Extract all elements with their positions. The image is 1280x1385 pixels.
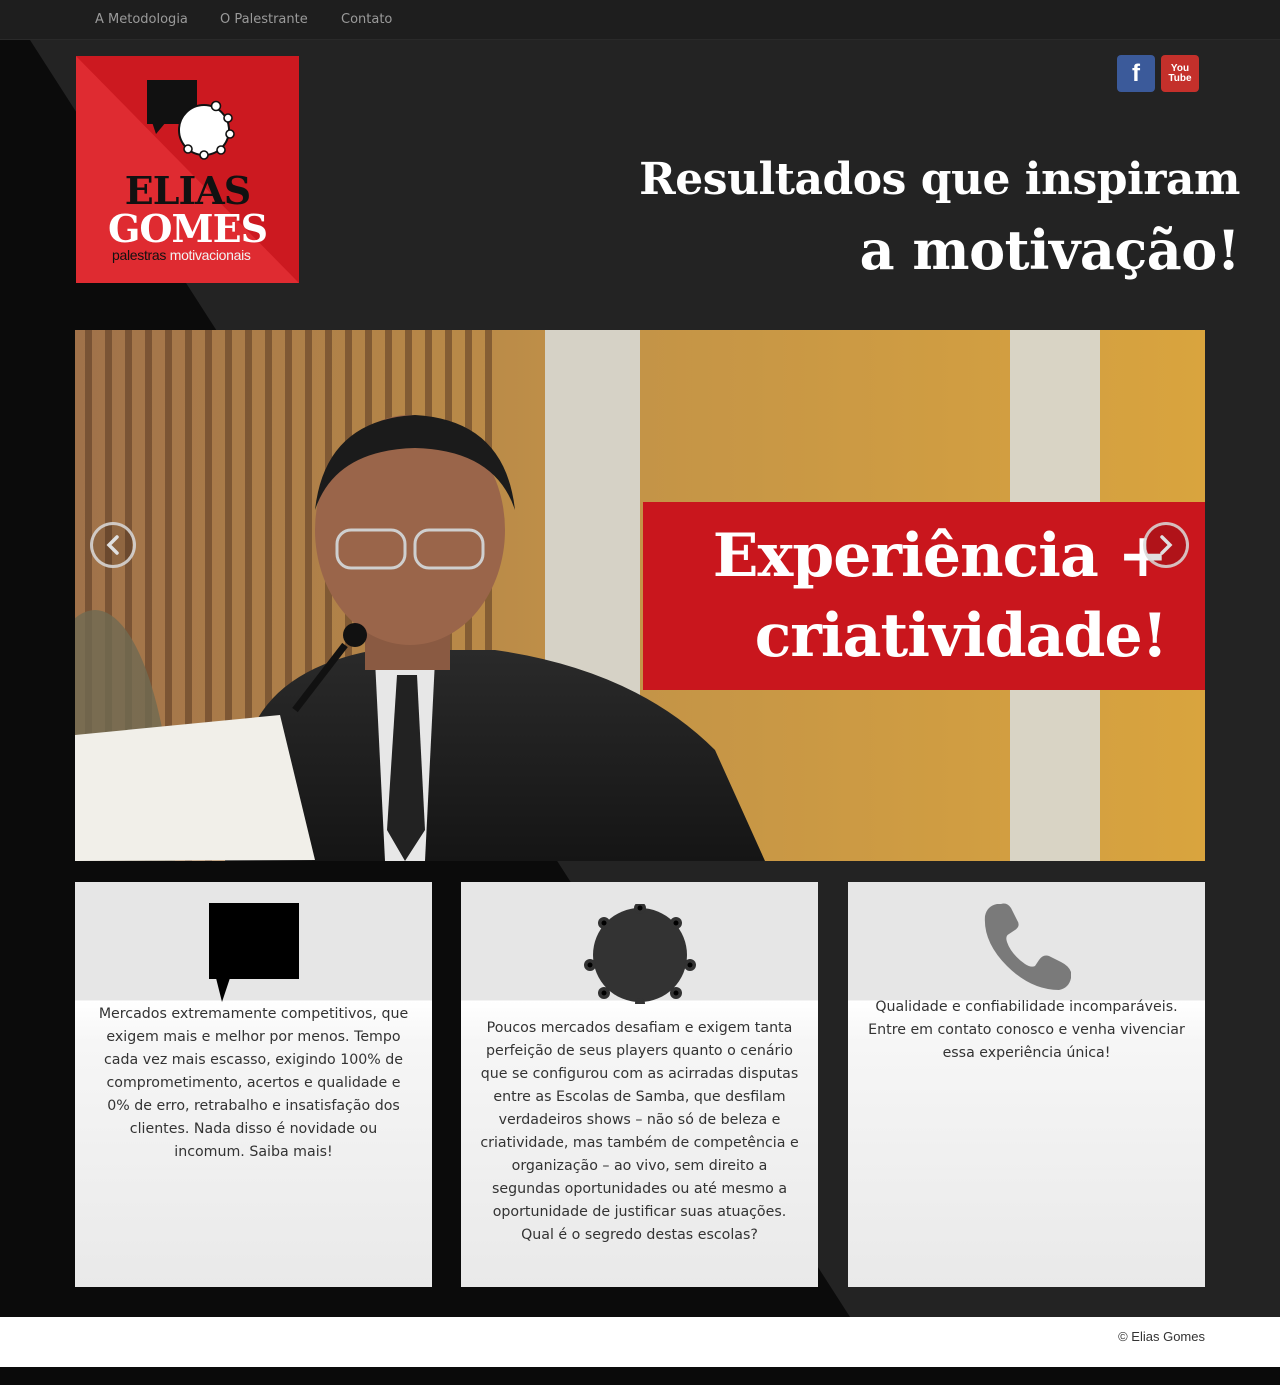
facebook-button[interactable]: f	[1117, 55, 1155, 92]
copyright-text: © Elias Gomes	[1118, 1329, 1205, 1344]
nav-item-palestrante[interactable]: O Palestrante	[220, 12, 308, 27]
slider-prev-button[interactable]	[90, 522, 136, 568]
caption-line-1: Experiência +	[712, 521, 1168, 591]
feature-card-contato[interactable]: Qualidade e confiabilidade incomparáveis…	[848, 882, 1205, 1287]
headline-line-1: Resultados que inspiram	[639, 154, 1240, 205]
top-navigation: A Metodologia O Palestrante Contato	[0, 0, 1280, 40]
youtube-icon-top: You	[1170, 62, 1190, 74]
slider-next-button[interactable]	[1143, 522, 1189, 568]
phone-icon	[984, 903, 1071, 990]
facebook-icon: f	[1132, 59, 1140, 87]
caption-line-2: criatividade!	[754, 601, 1168, 671]
footer: © Elias Gomes	[0, 1317, 1280, 1367]
youtube-button[interactable]: You Tube	[1161, 55, 1199, 92]
card-text: Qualidade e confiabilidade incomparáveis…	[868, 999, 1185, 1061]
chevron-left-icon	[106, 535, 119, 555]
headline-line-2: a motivação!	[859, 218, 1241, 282]
logo-tagline: palestras motivacionais	[112, 247, 251, 263]
tambourine-icon	[583, 904, 696, 1004]
speech-bubble-icon	[208, 903, 299, 1002]
image-slider: Experiência + criatividade!	[75, 330, 1205, 861]
hero-headline: Resultados que inspiram a motivação!	[639, 150, 1240, 290]
logo-name-last: GOMES	[107, 206, 268, 251]
card-text: Mercados extremamente competitivos, que …	[98, 1006, 409, 1160]
feature-card-metodologia[interactable]: Mercados extremamente competitivos, que …	[75, 882, 432, 1287]
card-text: Poucos mercados desafiam e exigem tanta …	[480, 1020, 799, 1243]
logo-tagline-b: motivacionais	[169, 247, 251, 263]
logo-name-first: ELIAS	[124, 168, 251, 213]
logo-tagline-a: palestras	[112, 247, 167, 263]
chevron-right-icon	[1160, 535, 1173, 555]
youtube-icon-bottom: Tube	[1168, 72, 1192, 84]
site-logo[interactable]: ELIAS GOMES palestras motivacionais	[76, 56, 299, 283]
nav-item-contato[interactable]: Contato	[341, 12, 392, 27]
feature-card-palestrante[interactable]: Poucos mercados desafiam e exigem tanta …	[461, 882, 818, 1287]
slide-caption: Experiência + criatividade!	[643, 502, 1205, 690]
nav-item-metodologia[interactable]: A Metodologia	[95, 12, 188, 27]
bottom-bar	[0, 1367, 1280, 1385]
